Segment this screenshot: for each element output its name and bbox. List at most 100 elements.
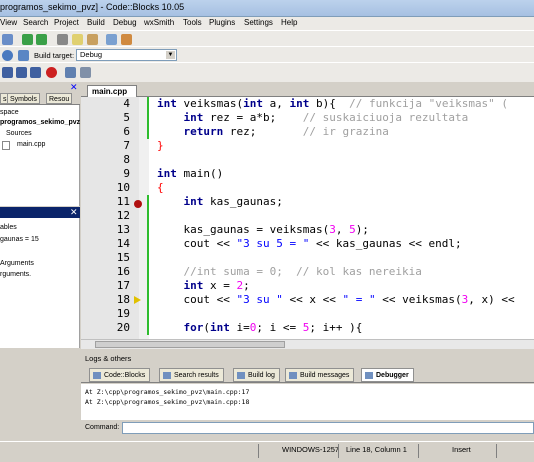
menu-wxsmith[interactable]: wxSmith [144,18,174,27]
current-line-arrow-icon [134,296,141,304]
code-text: int main() [157,167,224,180]
watches-header: ✕ [0,207,80,218]
menu-view[interactable]: View [0,18,17,27]
file-icon [2,141,10,150]
command-input[interactable] [122,422,534,434]
line-number: 11 [116,195,130,208]
code-line: 5 int rez = a*b; // suskaiciuoja rezulta… [81,111,534,125]
tree-sources[interactable]: Sources [6,130,32,137]
code-editor[interactable]: 4 int veiksmas(int a, int b){ // funkcij… [81,97,534,339]
tab-main-cpp[interactable]: main.cpp [87,85,137,97]
change-marker [147,195,149,209]
line-number: 6 [123,125,130,138]
status-divider [496,444,497,458]
code-line: 10 { [81,181,534,195]
line-number: 18 [116,293,130,306]
debugger-log: At Z:\cpp\programos_sekimo_pvz\main.cpp:… [81,384,534,420]
menu-bar: View Search Project Build Debug wxSmith … [0,17,534,30]
debug-continue-icon[interactable] [2,67,13,78]
change-marker [147,223,149,237]
paste-icon[interactable] [87,34,98,45]
copy-icon[interactable] [72,34,83,45]
redo-icon[interactable] [36,34,47,45]
line-number: 14 [116,237,130,250]
menu-debug[interactable]: Debug [113,18,137,27]
next-line-icon[interactable] [30,67,41,78]
tree-workspace[interactable]: space [0,109,19,116]
undo-icon[interactable] [22,34,33,45]
status-position: Line 18, Column 1 [346,445,407,454]
watch-line[interactable]: ables [0,224,17,231]
tab-build-messages[interactable]: Build messages [285,368,355,382]
info-icon[interactable] [80,67,91,78]
tree-project[interactable]: programos_sekimo_pvz [0,119,80,126]
code-line: 12 [81,209,534,223]
line-number: 5 [123,111,130,124]
watch-line[interactable]: Arguments [0,260,34,267]
menu-project[interactable]: Project [54,18,79,27]
build-log-icon [237,372,245,379]
build-icon[interactable] [2,50,13,61]
menu-search[interactable]: Search [23,18,48,27]
change-marker [147,265,149,279]
watches-panel: ables gaunas = 15 Arguments rguments. [0,218,80,348]
tab-label: Search results [174,372,219,379]
change-marker [147,321,149,335]
line-number: 16 [116,265,130,278]
watch-line[interactable]: rguments. [0,271,31,278]
scrollbar-thumb[interactable] [95,341,285,348]
menu-help[interactable]: Help [281,18,297,27]
find-icon[interactable] [106,34,117,45]
code-line: 16 //int suma = 0; // kol kas nereikia [81,265,534,279]
tab-code-blocks[interactable]: Code::Blocks [89,368,151,382]
code-text: return rez; // ir grazina [183,125,389,138]
save-icon[interactable] [2,34,13,45]
breakpoint-icon[interactable] [134,200,142,208]
run-icon[interactable] [18,50,29,61]
horizontal-scrollbar[interactable] [81,339,534,349]
tab-symbols[interactable]: Symbols [7,93,40,104]
tab-build-log[interactable]: Build log [233,368,280,382]
build-target-select[interactable]: Debug ▼ [76,49,177,61]
status-encoding: WINDOWS-1257 [282,445,340,454]
tab-resources[interactable]: Resou [46,93,73,104]
code-text: } [157,139,164,152]
watch-line[interactable]: gaunas = 15 [0,236,39,243]
code-text: cout << "3 su " << x << " = " << veiksma… [157,293,515,306]
debug-windows-icon[interactable] [65,67,76,78]
change-marker [147,307,149,321]
debugger-icon [365,372,373,379]
code-text: //int suma = 0; // kol kas nereikia [183,265,422,278]
cut-icon[interactable] [57,34,68,45]
management-panel: s Symbols Resou space programos_sekimo_p… [0,91,80,206]
chevron-down-icon: ▼ [166,51,175,59]
tab-label: Build log [248,372,275,379]
menu-build[interactable]: Build [87,18,105,27]
line-number: 12 [116,209,130,222]
code-line: 13 kas_gaunas = veiksmas(3, 5); [81,223,534,237]
tab-debugger[interactable]: Debugger [361,368,414,382]
line-number: 17 [116,279,130,292]
tree-main-cpp[interactable]: main.cpp [17,141,45,148]
code-line: 19 [81,307,534,321]
code-text: int x = 2; [183,279,250,292]
management-tabs: s Symbols Resou [0,91,80,105]
line-number: 4 [123,97,130,110]
close-icon[interactable]: ✕ [70,207,78,218]
code-text: cout << "3 su 5 = " << kas_gaunas << end… [157,237,462,250]
code-line: 8 [81,153,534,167]
code-line: 20 for(int i=0; i <= 5; i++ ){ [81,321,534,335]
menu-plugins[interactable]: Plugins [209,18,235,27]
code-text: int rez = a*b; // suskaiciuoja rezultata [183,111,469,124]
stop-debugger-icon[interactable] [46,67,57,78]
code-text: kas_gaunas = veiksmas(3, 5); [157,223,369,236]
replace-icon[interactable] [121,34,132,45]
title-bar: programos_sekimo_pvz] - Code::Blocks 10.… [0,0,534,17]
menu-tools[interactable]: Tools [183,18,202,27]
tab-search-results[interactable]: Search results [159,368,224,382]
close-icon[interactable]: ✕ [70,82,78,93]
line-number: 15 [116,251,130,264]
menu-settings[interactable]: Settings [244,18,273,27]
code-line: 11 int kas_gaunas; [81,195,534,209]
run-to-cursor-icon[interactable] [16,67,27,78]
